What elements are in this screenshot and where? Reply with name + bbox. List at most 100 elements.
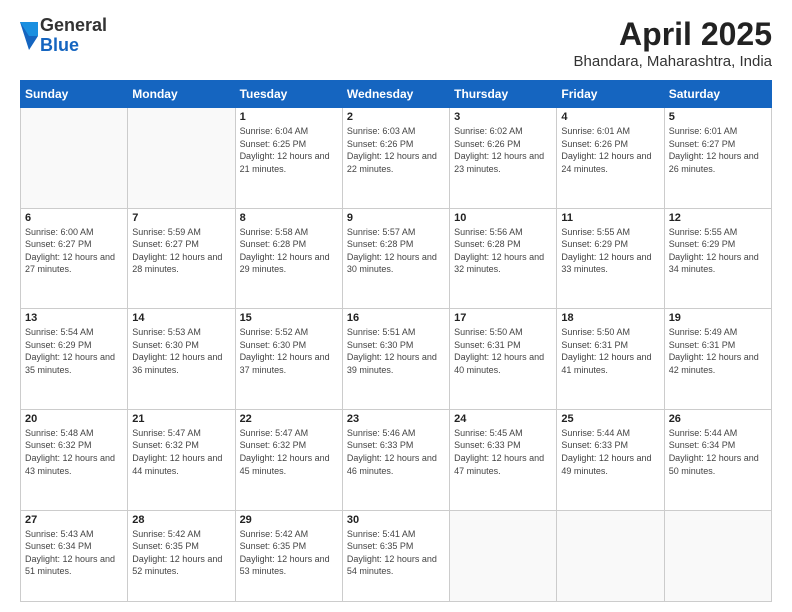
calendar-cell — [664, 510, 771, 602]
cell-day-number: 23 — [347, 413, 445, 425]
cell-day-number: 20 — [25, 413, 123, 425]
cell-info: Sunrise: 6:01 AMSunset: 6:27 PMDaylight:… — [669, 125, 767, 175]
cell-info: Sunrise: 6:01 AMSunset: 6:26 PMDaylight:… — [561, 125, 659, 175]
calendar-cell: 16 Sunrise: 5:51 AMSunset: 6:30 PMDayligh… — [342, 309, 449, 410]
cell-day-number: 30 — [347, 514, 445, 526]
calendar-cell: 17 Sunrise: 5:50 AMSunset: 6:31 PMDayligh… — [450, 309, 557, 410]
cell-day-number: 1 — [240, 111, 338, 123]
weekday-header-sunday: Sunday — [21, 81, 128, 108]
calendar-week-row: 13 Sunrise: 5:54 AMSunset: 6:29 PMDayligh… — [21, 309, 772, 410]
cell-info: Sunrise: 5:52 AMSunset: 6:30 PMDaylight:… — [240, 326, 338, 376]
calendar-cell: 25Sunrise: 5:44 AMSunset: 6:33 PMDayligh… — [557, 409, 664, 510]
calendar-week-row: 27 Sunrise: 5:43 AMSunset: 6:34 PMDayligh… — [21, 510, 772, 602]
cell-info: Sunrise: 6:00 AMSunset: 6:27 PMDaylight:… — [25, 226, 123, 276]
cell-info: Sunrise: 6:02 AMSunset: 6:26 PMDaylight:… — [454, 125, 552, 175]
calendar-cell — [21, 108, 128, 209]
weekday-header-friday: Friday — [557, 81, 664, 108]
calendar-cell: 8 Sunrise: 5:58 AMSunset: 6:28 PMDaylight… — [235, 208, 342, 309]
calendar-title: April 2025 — [574, 16, 772, 53]
cell-info: Sunrise: 5:50 AMSunset: 6:31 PMDaylight:… — [561, 326, 659, 376]
cell-day-number: 14 — [132, 312, 230, 324]
cell-day-number: 26 — [669, 413, 767, 425]
title-block: April 2025 Bhandara, Maharashtra, India — [574, 16, 772, 70]
calendar-cell: 9 Sunrise: 5:57 AMSunset: 6:28 PMDaylight… — [342, 208, 449, 309]
cell-info: Sunrise: 5:58 AMSunset: 6:28 PMDaylight:… — [240, 226, 338, 276]
cell-info: Sunrise: 5:42 AMSunset: 6:35 PMDaylight:… — [240, 528, 338, 578]
cell-day-number: 27 — [25, 514, 123, 526]
cell-info: Sunrise: 6:03 AMSunset: 6:26 PMDaylight:… — [347, 125, 445, 175]
calendar-cell — [450, 510, 557, 602]
header: General Blue April 2025 Bhandara, Mahara… — [20, 16, 772, 70]
weekday-header-saturday: Saturday — [664, 81, 771, 108]
cell-info: Sunrise: 5:46 AMSunset: 6:33 PMDaylight:… — [347, 427, 445, 477]
weekday-header-thursday: Thursday — [450, 81, 557, 108]
cell-info: Sunrise: 5:47 AMSunset: 6:32 PMDaylight:… — [240, 427, 338, 477]
calendar-cell: 23 Sunrise: 5:46 AMSunset: 6:33 PMDayligh… — [342, 409, 449, 510]
cell-info: Sunrise: 5:41 AMSunset: 6:35 PMDaylight:… — [347, 528, 445, 578]
calendar-cell: 6 Sunrise: 6:00 AMSunset: 6:27 PMDaylight… — [21, 208, 128, 309]
calendar-cell: 18 Sunrise: 5:50 AMSunset: 6:31 PMDayligh… — [557, 309, 664, 410]
cell-day-number: 11 — [561, 212, 659, 224]
cell-day-number: 12 — [669, 212, 767, 224]
cell-info: Sunrise: 5:47 AMSunset: 6:32 PMDaylight:… — [132, 427, 230, 477]
calendar-cell: 28Sunrise: 5:42 AMSunset: 6:35 PMDayligh… — [128, 510, 235, 602]
cell-day-number: 7 — [132, 212, 230, 224]
cell-info: Sunrise: 5:55 AMSunset: 6:29 PMDaylight:… — [561, 226, 659, 276]
cell-info: Sunrise: 6:04 AMSunset: 6:25 PMDaylight:… — [240, 125, 338, 175]
calendar-cell: 27 Sunrise: 5:43 AMSunset: 6:34 PMDayligh… — [21, 510, 128, 602]
calendar-cell: 19Sunrise: 5:49 AMSunset: 6:31 PMDayligh… — [664, 309, 771, 410]
calendar-cell: 20 Sunrise: 5:48 AMSunset: 6:32 PMDayligh… — [21, 409, 128, 510]
cell-info: Sunrise: 5:53 AMSunset: 6:30 PMDaylight:… — [132, 326, 230, 376]
calendar-cell: 11 Sunrise: 5:55 AMSunset: 6:29 PMDayligh… — [557, 208, 664, 309]
calendar-table: SundayMondayTuesdayWednesdayThursdayFrid… — [20, 80, 772, 602]
cell-info: Sunrise: 5:43 AMSunset: 6:34 PMDaylight:… — [25, 528, 123, 578]
cell-day-number: 4 — [561, 111, 659, 123]
cell-day-number: 18 — [561, 312, 659, 324]
calendar-subtitle: Bhandara, Maharashtra, India — [574, 53, 772, 70]
cell-day-number: 9 — [347, 212, 445, 224]
calendar-cell: 7 Sunrise: 5:59 AMSunset: 6:27 PMDaylight… — [128, 208, 235, 309]
logo-general: General — [40, 15, 107, 35]
cell-info: Sunrise: 5:59 AMSunset: 6:27 PMDaylight:… — [132, 226, 230, 276]
cell-day-number: 22 — [240, 413, 338, 425]
calendar-cell: 4 Sunrise: 6:01 AMSunset: 6:26 PMDaylight… — [557, 108, 664, 209]
cell-day-number: 10 — [454, 212, 552, 224]
logo-icon — [20, 22, 38, 50]
cell-day-number: 5 — [669, 111, 767, 123]
calendar-cell: 3 Sunrise: 6:02 AMSunset: 6:26 PMDaylight… — [450, 108, 557, 209]
calendar-cell: 15Sunrise: 5:52 AMSunset: 6:30 PMDayligh… — [235, 309, 342, 410]
calendar-cell: 12Sunrise: 5:55 AMSunset: 6:29 PMDayligh… — [664, 208, 771, 309]
cell-day-number: 17 — [454, 312, 552, 324]
cell-info: Sunrise: 5:45 AMSunset: 6:33 PMDaylight:… — [454, 427, 552, 477]
logo-text: General Blue — [40, 16, 107, 56]
calendar-cell: 14 Sunrise: 5:53 AMSunset: 6:30 PMDayligh… — [128, 309, 235, 410]
calendar-cell: 5 Sunrise: 6:01 AMSunset: 6:27 PMDaylight… — [664, 108, 771, 209]
cell-info: Sunrise: 5:50 AMSunset: 6:31 PMDaylight:… — [454, 326, 552, 376]
weekday-header-wednesday: Wednesday — [342, 81, 449, 108]
cell-day-number: 24 — [454, 413, 552, 425]
cell-day-number: 6 — [25, 212, 123, 224]
cell-day-number: 8 — [240, 212, 338, 224]
calendar-cell: 22 Sunrise: 5:47 AMSunset: 6:32 PMDayligh… — [235, 409, 342, 510]
cell-info: Sunrise: 5:54 AMSunset: 6:29 PMDaylight:… — [25, 326, 123, 376]
cell-day-number: 3 — [454, 111, 552, 123]
calendar-cell: 29 Sunrise: 5:42 AMSunset: 6:35 PMDayligh… — [235, 510, 342, 602]
cell-info: Sunrise: 5:57 AMSunset: 6:28 PMDaylight:… — [347, 226, 445, 276]
cell-info: Sunrise: 5:51 AMSunset: 6:30 PMDaylight:… — [347, 326, 445, 376]
calendar-week-row: 6 Sunrise: 6:00 AMSunset: 6:27 PMDaylight… — [21, 208, 772, 309]
calendar-cell: 21Sunrise: 5:47 AMSunset: 6:32 PMDayligh… — [128, 409, 235, 510]
calendar-cell: 13 Sunrise: 5:54 AMSunset: 6:29 PMDayligh… — [21, 309, 128, 410]
calendar-cell: 10 Sunrise: 5:56 AMSunset: 6:28 PMDayligh… — [450, 208, 557, 309]
cell-info: Sunrise: 5:56 AMSunset: 6:28 PMDaylight:… — [454, 226, 552, 276]
cell-day-number: 16 — [347, 312, 445, 324]
weekday-header-tuesday: Tuesday — [235, 81, 342, 108]
cell-day-number: 29 — [240, 514, 338, 526]
calendar-cell: 30 Sunrise: 5:41 AMSunset: 6:35 PMDayligh… — [342, 510, 449, 602]
weekday-header-row: SundayMondayTuesdayWednesdayThursdayFrid… — [21, 81, 772, 108]
cell-info: Sunrise: 5:48 AMSunset: 6:32 PMDaylight:… — [25, 427, 123, 477]
cell-day-number: 28 — [132, 514, 230, 526]
page: General Blue April 2025 Bhandara, Mahara… — [0, 0, 792, 612]
calendar-cell — [128, 108, 235, 209]
cell-day-number: 13 — [25, 312, 123, 324]
calendar-cell: 26Sunrise: 5:44 AMSunset: 6:34 PMDayligh… — [664, 409, 771, 510]
